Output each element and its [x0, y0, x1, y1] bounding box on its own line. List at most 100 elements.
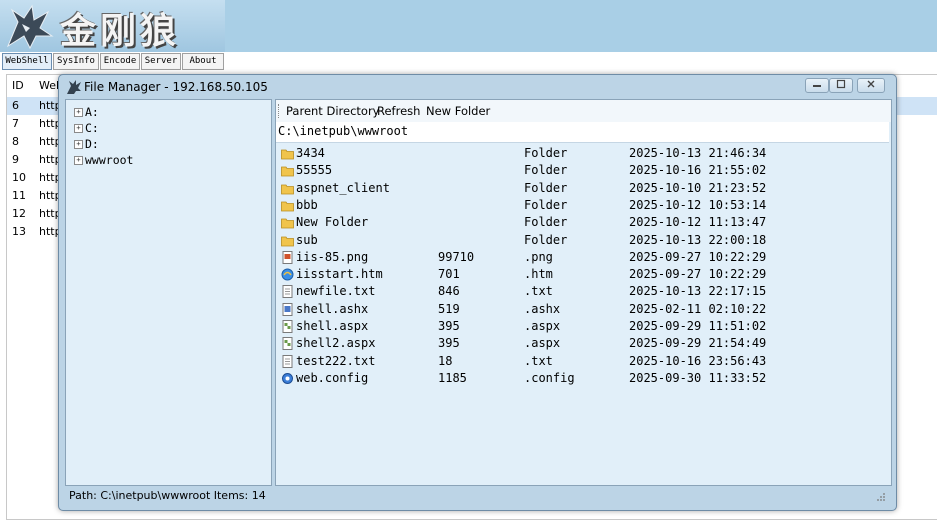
file-manager-dialog: File Manager - 192.168.50.105 + A: + C: + D… — [58, 74, 897, 511]
row-id: 11 — [12, 189, 26, 202]
file-name: aspnet_client — [296, 180, 390, 195]
file-row[interactable]: shell.ashx 519 .ashx 2025-02-11 02:10:22 — [276, 301, 889, 318]
new-folder-button[interactable]: New Folder — [426, 104, 490, 118]
file-date: 2025-09-27 10:22:29 — [629, 249, 767, 264]
tree-node-c[interactable]: + C: — [74, 120, 99, 136]
file-row[interactable]: bbb Folder 2025-10-12 10:53:14 — [276, 197, 889, 214]
file-size: 18 — [438, 353, 453, 368]
file-row[interactable]: aspnet_client Folder 2025-10-10 21:23:52 — [276, 180, 889, 197]
row-id: 9 — [12, 153, 19, 166]
parent-directory-button[interactable]: Parent Directory — [286, 104, 379, 118]
file-name: 3434 — [296, 146, 325, 160]
close-button[interactable] — [857, 78, 885, 93]
tree-node-label: wwwroot — [85, 153, 134, 167]
file-type: .aspx — [524, 336, 561, 351]
menu-encode[interactable]: Encode — [100, 53, 140, 70]
file-name: shell2.aspx — [296, 336, 376, 351]
file-date: 2025-10-16 21:55:02 — [629, 163, 767, 178]
folder-icon — [281, 184, 294, 194]
dialog-titlebar[interactable]: File Manager - 192.168.50.105 — [59, 75, 896, 99]
maximize-button[interactable] — [829, 78, 853, 93]
refresh-button[interactable]: Refresh — [377, 104, 420, 118]
file-name: newfile.txt — [296, 284, 376, 299]
file-size: 99710 — [438, 249, 475, 264]
resize-grip-icon[interactable] — [876, 492, 886, 502]
tree-node-a[interactable]: + A: — [74, 104, 99, 120]
folder-icon — [281, 218, 294, 229]
tree-node-wwwroot[interactable]: + wwwroot — [74, 152, 133, 168]
script-file-icon — [282, 302, 293, 316]
menu-webshell[interactable]: WebShell — [2, 53, 52, 70]
file-type: Folder — [524, 215, 568, 230]
menu-server[interactable]: Server — [141, 53, 181, 70]
row-id: 7 — [12, 117, 19, 130]
folder-icon — [281, 236, 294, 246]
file-name: web.config — [296, 370, 369, 385]
menu-sysinfo[interactable]: SysInfo — [53, 53, 99, 70]
text-file-icon — [282, 354, 293, 368]
file-date: 2025-02-11 02:10:22 — [629, 301, 767, 316]
file-name: shell.aspx — [296, 319, 369, 333]
file-type: Folder — [524, 163, 568, 178]
file-size: 701 — [438, 267, 460, 282]
row-id: 12 — [12, 207, 26, 220]
file-row[interactable]: New Folder Folder 2025-10-12 11:13:47 — [276, 214, 889, 231]
file-date: 2025-10-12 10:53:14 — [629, 197, 767, 212]
file-list-pane[interactable]: Parent Directory Refresh New Folder C:\i… — [275, 99, 892, 486]
expand-icon[interactable]: + — [74, 140, 83, 149]
file-row[interactable]: newfile.txt 846 .txt 2025-10-13 22:17:15 — [276, 283, 889, 300]
file-type: .htm — [524, 267, 553, 282]
toolbar-grip[interactable] — [278, 104, 281, 118]
folder-tree[interactable]: + A: + C: + D: + wwwroot — [65, 99, 272, 486]
file-date: 2025-09-30 11:33:52 — [629, 370, 767, 385]
file-row[interactable]: sub Folder 2025-10-13 22:00:18 — [276, 232, 889, 249]
file-size: 395 — [438, 319, 460, 333]
file-row[interactable]: 3434 Folder 2025-10-13 21:46:34 — [276, 145, 889, 162]
file-date: 2025-10-13 22:00:18 — [629, 232, 767, 247]
path-input[interactable]: C:\inetpub\wwwroot — [278, 124, 408, 138]
status-bar: Path: C:\inetpub\wwwroot Items: 14 — [65, 486, 890, 506]
expand-icon[interactable]: + — [74, 108, 83, 117]
file-row[interactable]: shell.aspx 395 .aspx 2025-09-29 11:51:02 — [276, 318, 889, 335]
html-file-icon — [281, 268, 294, 281]
file-type: .txt — [524, 353, 553, 368]
file-row[interactable]: 55555 Folder 2025-10-16 21:55:02 — [276, 162, 889, 179]
file-row[interactable]: iis-85.png 99710 .png 2025-09-27 10:22:29 — [276, 249, 889, 266]
row-id: 13 — [12, 225, 26, 238]
file-type: .ashx — [524, 301, 561, 316]
expand-icon[interactable]: + — [74, 124, 83, 133]
file-date: 2025-10-12 11:13:47 — [629, 215, 767, 230]
file-name: 55555 — [296, 163, 333, 178]
tree-node-d[interactable]: + D: — [74, 136, 99, 152]
expand-icon[interactable]: + — [74, 156, 83, 165]
wolf-logo-icon — [6, 4, 54, 50]
file-size: 519 — [438, 301, 460, 316]
file-size: 395 — [438, 336, 460, 351]
logo-text: 金刚狼 — [60, 10, 181, 52]
file-name: iis-85.png — [296, 249, 369, 264]
file-name: iisstart.htm — [296, 267, 383, 282]
file-size: 1185 — [438, 370, 467, 385]
menu-about[interactable]: About — [182, 53, 224, 70]
file-type: Folder — [524, 197, 568, 212]
file-row[interactable]: web.config 1185 .config 2025-09-30 11:33:52 — [276, 370, 889, 387]
file-type: .aspx — [524, 319, 561, 333]
file-row[interactable]: shell2.aspx 395 .aspx 2025-09-29 21:54:49 — [276, 335, 889, 352]
file-row[interactable]: test222.txt 18 .txt 2025-10-16 23:56:43 — [276, 353, 889, 370]
folder-icon — [281, 201, 294, 212]
file-row[interactable]: iisstart.htm 701 .htm 2025-09-27 10:22:29 — [276, 266, 889, 283]
tree-node-label: A: — [85, 105, 99, 119]
path-bar[interactable]: C:\inetpub\wwwroot — [276, 122, 889, 143]
dialog-client: + A: + C: + D: + wwwroot Parent Directory Re… — [65, 99, 892, 486]
aspx-file-icon — [282, 320, 293, 333]
wolf-app-icon — [67, 80, 81, 94]
folder-icon — [281, 149, 294, 160]
file-type: .txt — [524, 284, 553, 299]
header-id[interactable]: ID — [12, 79, 24, 92]
image-file-icon — [282, 250, 293, 264]
file-date: 2025-10-16 23:56:43 — [629, 353, 767, 368]
file-name: sub — [296, 232, 318, 247]
file-date: 2025-09-29 11:51:02 — [629, 319, 767, 333]
dialog-title: File Manager - 192.168.50.105 — [84, 80, 268, 94]
minimize-button[interactable] — [805, 78, 829, 93]
